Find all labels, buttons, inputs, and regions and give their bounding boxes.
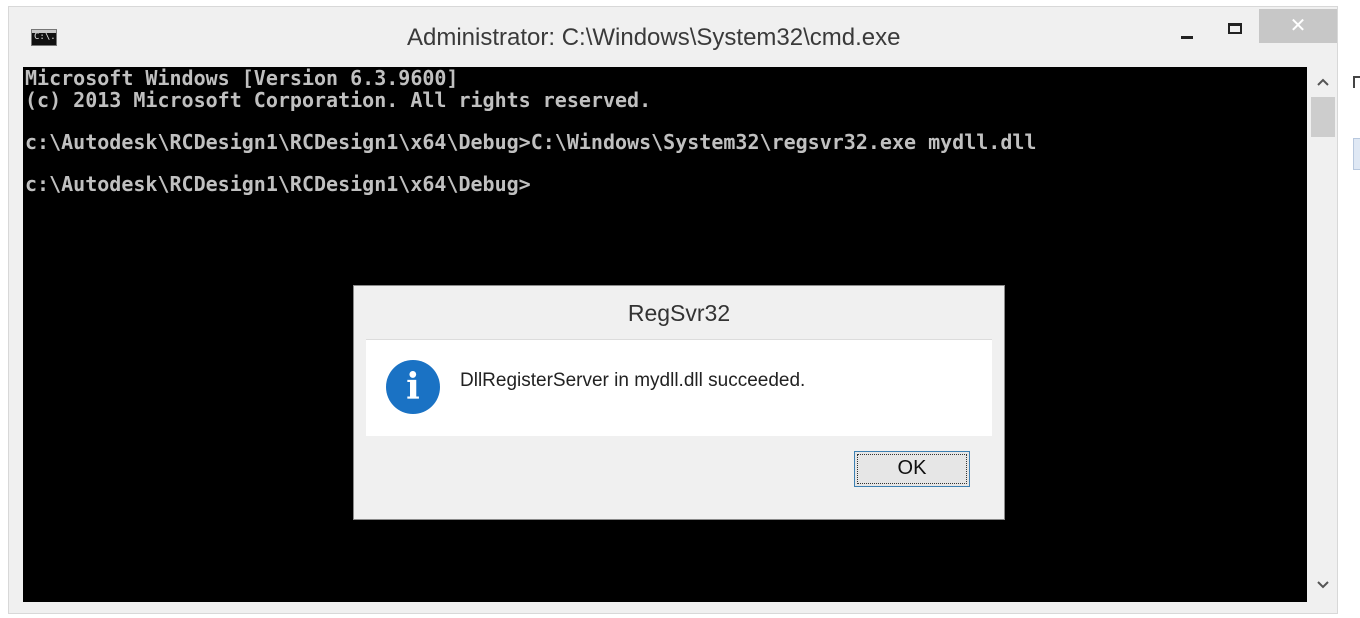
dialog-title: RegSvr32 [627,300,731,326]
console-line: c:\Autodesk\RCDesign1\RCDesign1\x64\Debu… [25,130,1037,154]
background-window-edge [1341,60,1360,260]
console-icon[interactable]: C:\. [31,29,57,46]
dialog-body: i DllRegisterServer in mydll.dll succeed… [366,339,992,436]
window-title: Administrator: C:\Windows\System32\cmd.e… [407,24,901,51]
chevron-down-icon [1317,581,1329,589]
info-icon: i [386,360,440,414]
console-icon-bar [32,30,56,33]
title-bar[interactable]: C:\. Administrator: C:\Windows\System32\… [9,7,1337,67]
focus-rectangle [857,454,967,484]
close-button[interactable]: ✕ [1259,9,1337,43]
minimize-icon [1181,36,1193,39]
close-icon: ✕ [1289,15,1307,37]
minimize-button[interactable] [1173,15,1201,41]
chevron-up-icon [1317,78,1329,86]
ok-button[interactable]: OK [854,451,970,487]
regsvr32-dialog: RegSvr32 i DllRegisterServer in mydll.dl… [353,285,1005,520]
maximize-button[interactable] [1221,15,1251,41]
scroll-up-button[interactable] [1309,69,1337,97]
scroll-thumb[interactable] [1311,97,1335,137]
vertical-scrollbar[interactable] [1309,67,1337,602]
console-line: c:\Autodesk\RCDesign1\RCDesign1\x64\Debu… [25,172,531,196]
console-icon-text: C:\. [34,32,56,42]
background-window-highlight [1353,138,1360,170]
scroll-down-button[interactable] [1309,572,1337,600]
background-window-mark [1353,76,1360,88]
console-line: Microsoft Windows [Version 6.3.9600] [25,66,459,90]
console-line: (c) 2013 Microsoft Corporation. All righ… [25,88,652,112]
dialog-message: DllRegisterServer in mydll.dll succeeded… [460,370,806,391]
maximize-icon [1228,23,1242,34]
